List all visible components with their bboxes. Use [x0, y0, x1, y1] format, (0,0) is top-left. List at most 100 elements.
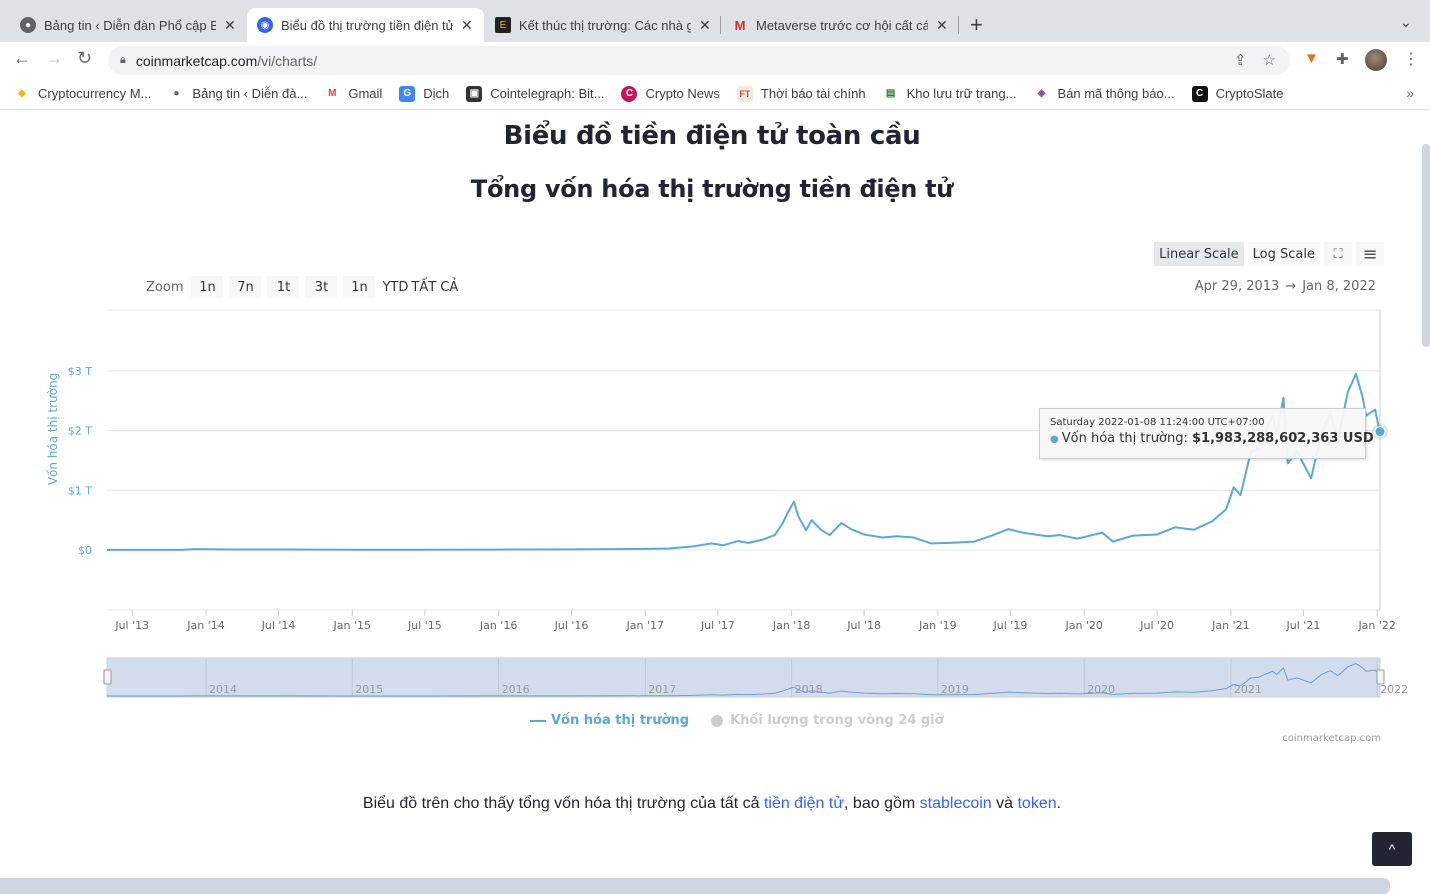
chart-description: Biểu đồ trên cho thấy tổng vốn hóa thị t…	[0, 795, 1424, 813]
bookmark-label: Cointelegraph: Bit...	[490, 86, 605, 101]
x-tick-label: Jan '20	[1064, 619, 1102, 632]
legend-market-cap[interactable]: Vốn hóa thị trường	[530, 713, 689, 728]
cointelegraph-icon: ▣	[466, 85, 483, 102]
desc-text: , bao gồm	[844, 795, 920, 812]
bookmark-item[interactable]: M Gmail	[324, 86, 382, 102]
bookmark-label: Gmail	[348, 86, 383, 101]
navigator-year-label: 2014	[209, 683, 237, 696]
bookmark-label: Kho lưu trữ trang...	[906, 86, 1017, 101]
tab-search-chevron-icon[interactable]: ⌄	[1400, 14, 1412, 31]
horizontal-scrollbar[interactable]	[0, 878, 1390, 894]
close-icon[interactable]: ✕	[461, 17, 473, 34]
x-tick-label: Jul '19	[993, 619, 1028, 632]
cryptoslate-icon: C	[1191, 85, 1208, 102]
bookmark-item[interactable]: G Dịch	[399, 85, 450, 102]
back-icon[interactable]: ←	[13, 48, 31, 69]
y-tick-label: $3 T	[68, 365, 92, 378]
tab-market-end[interactable]: E Kết thúc thị trường: Các nhà gi ✕	[485, 8, 721, 42]
x-tick-label: Jan '22	[1357, 619, 1395, 632]
tooltip-value: $1,983,288,602,363 USD	[1191, 431, 1374, 446]
link-token[interactable]: token	[1017, 795, 1056, 812]
navigator-year-label: 2016	[502, 683, 530, 696]
x-tick-label: Jan '17	[626, 619, 664, 632]
bookmark-star-icon[interactable]: ☆	[1263, 51, 1276, 69]
bookmark-item[interactable]: ◈ Bán mã thông báo...	[1033, 86, 1175, 102]
profile-avatar[interactable]	[1365, 49, 1387, 71]
desc-text: Biểu đồ trên cho thấy tổng vốn hóa thị t…	[362, 795, 764, 812]
address-bar[interactable]: 🔒︎ coinmarketcap.com/vi/charts/ ⇪ ☆	[108, 46, 1290, 75]
navigator-handle-right	[1376, 669, 1385, 685]
ft-icon: FT	[736, 85, 753, 102]
x-tick-label: Jul '21	[1286, 619, 1321, 632]
link-stablecoin[interactable]: stablecoin	[920, 795, 992, 812]
tab-separator	[720, 16, 721, 34]
tab-label: Bảng tin ‹ Diễn đàn Phổ cập Bl	[44, 17, 216, 33]
lock-icon: 🔒︎	[120, 54, 126, 66]
bookmark-label: Bảng tin ‹ Diễn đà...	[192, 86, 308, 101]
chart-credit[interactable]: coinmarketcap.com	[1282, 733, 1381, 744]
x-tick-label: Jan '19	[918, 619, 956, 632]
share-icon[interactable]: ⇪	[1234, 51, 1247, 69]
y-axis-title: Vốn hóa thị trường	[46, 373, 60, 485]
desc-text: .	[1056, 795, 1062, 812]
series-line-market-cap	[106, 372, 1381, 551]
x-tick-label: Jul '18	[846, 619, 881, 632]
x-tick-label: Jul '13	[114, 619, 149, 632]
bookmarks-bar: ◆ Cryptocurrency M... ● Bảng tin ‹ Diễn đà…	[0, 78, 1430, 110]
x-tick-label: Jan '16	[479, 619, 517, 632]
bookmark-label: Thời báo tài chính	[760, 86, 866, 101]
menu-kebab-icon[interactable]: ⋮	[1403, 49, 1419, 69]
extensions-puzzle-icon[interactable]: ✚	[1336, 50, 1349, 68]
y-tick-label: $1 T	[68, 484, 92, 497]
bookmark-label: CryptoSlate	[1215, 86, 1284, 101]
url-path: /vi/charts/	[257, 52, 318, 69]
y-tick-label: $2 T	[68, 425, 92, 438]
bookmark-item[interactable]: C CryptoSlate	[1191, 85, 1284, 102]
tab-charts[interactable]: ◉ Biểu đồ thị trường tiền điện tử t ✕	[247, 8, 484, 42]
globe-icon: ●	[173, 88, 180, 99]
metamask-icon[interactable]: ▼	[1304, 50, 1319, 67]
bookmark-item[interactable]: FT Thời báo tài chính	[736, 85, 866, 102]
globe-icon: ●	[20, 17, 36, 33]
tab-forum[interactable]: ● Bảng tin ‹ Diễn đàn Phổ cập Bl ✕	[10, 8, 246, 42]
tab-separator	[958, 16, 959, 34]
y-tick-label: $0	[78, 544, 92, 557]
toolbar: ← → ↻ 🔒︎ coinmarketcap.com/vi/charts/ ⇪ …	[0, 42, 1430, 78]
series-bullet-icon: ●	[1050, 434, 1059, 445]
reload-icon[interactable]: ↻	[77, 48, 92, 69]
x-tick-label: Jul '17	[700, 619, 735, 632]
tab-label: Metaverse trước cơ hội cất cán	[756, 17, 928, 33]
close-icon[interactable]: ✕	[936, 17, 948, 34]
hover-marker	[1374, 426, 1386, 438]
new-tab-button[interactable]: +	[970, 12, 983, 38]
x-tick-label: Jul '15	[407, 619, 442, 632]
close-icon[interactable]: ✕	[224, 17, 236, 34]
tab-label: Kết thúc thị trường: Các nhà gi	[519, 17, 691, 33]
tooltip-date: Saturday 2022-01-08 11:24:00 UTC+07:00	[1050, 417, 1265, 428]
bookmark-item[interactable]: ▣ Cointelegraph: Bit...	[466, 85, 605, 102]
translate-icon: G	[399, 85, 416, 102]
bookmark-item[interactable]: ▤ Kho lưu trữ trang...	[883, 86, 1017, 102]
crypto-news-icon: C	[621, 85, 638, 102]
legend-label: Vốn hóa thị trường	[551, 713, 690, 728]
bookmark-item[interactable]: ◆ Cryptocurrency M...	[14, 86, 151, 102]
binance-icon: ◆	[18, 88, 26, 99]
tab-label: Biểu đồ thị trường tiền điện tử t	[281, 17, 453, 33]
circle-swatch-icon	[711, 714, 724, 727]
x-tick-label: Jul '20	[1139, 619, 1174, 632]
legend-volume-24h[interactable]: Khối lượng trong vòng 24 giờ	[711, 713, 944, 728]
more-bookmarks-icon[interactable]: »	[1406, 85, 1414, 101]
bookmark-item[interactable]: ● Bảng tin ‹ Diễn đà...	[168, 86, 307, 102]
fox-icon: ◈	[1037, 88, 1046, 99]
link-cryptocurrency[interactable]: tiền điện tử	[764, 795, 844, 812]
forward-icon[interactable]: →	[45, 48, 63, 69]
close-icon[interactable]: ✕	[699, 17, 711, 34]
tab-metaverse[interactable]: M Metaverse trước cơ hội cất cán ✕	[722, 8, 958, 42]
navigator-handle-left	[103, 669, 112, 685]
m-logo-icon: M	[734, 17, 746, 33]
back-to-top-button[interactable]: ^	[1372, 832, 1412, 866]
bookmark-label: Crypto News	[645, 86, 720, 101]
vertical-scrollbar[interactable]	[1422, 144, 1430, 347]
bookmark-label: Dịch	[423, 86, 450, 101]
bookmark-item[interactable]: C Crypto News	[621, 85, 720, 102]
